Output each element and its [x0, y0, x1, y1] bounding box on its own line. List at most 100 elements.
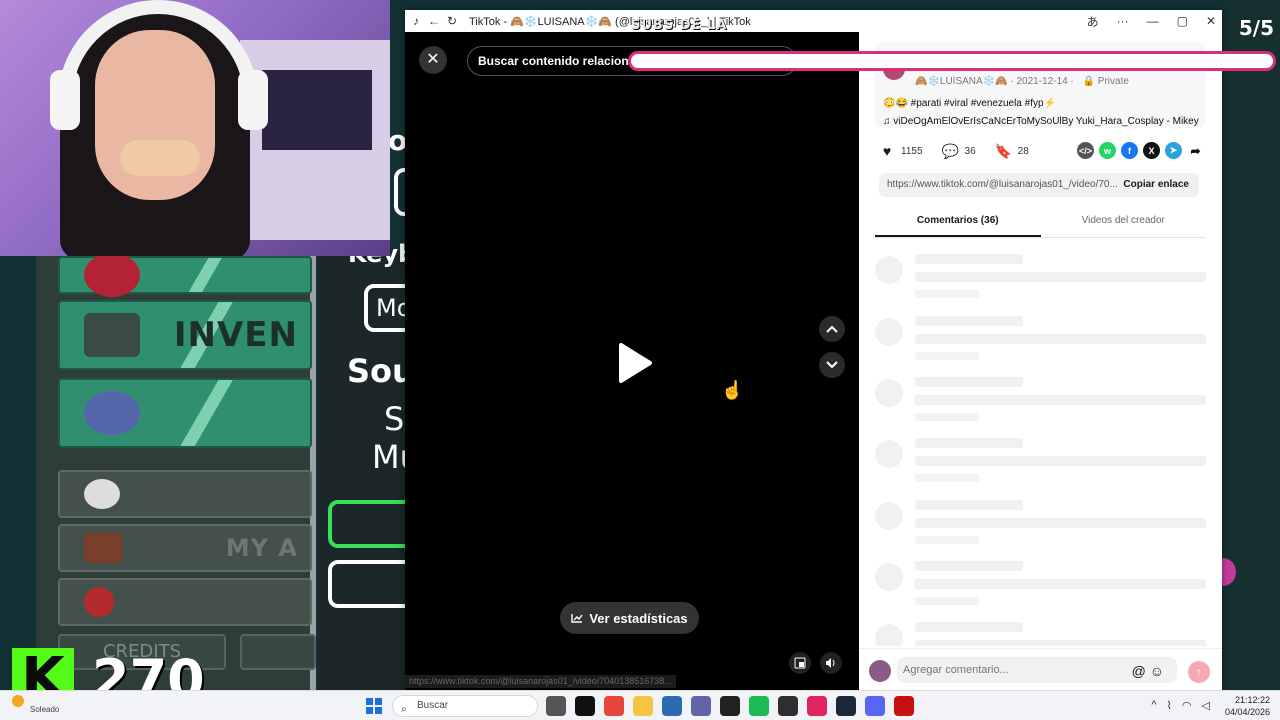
network-icon[interactable]: ⌇	[1167, 699, 1172, 712]
comment-skeleton	[875, 561, 1206, 611]
meta-username[interactable]: 🙈❄️LUISANA❄️🙈	[915, 76, 1008, 87]
stream-counter: 5/5	[1238, 16, 1274, 40]
pip-icon	[794, 657, 806, 669]
close-video-button[interactable]: ✕	[419, 46, 447, 74]
capcut-app[interactable]	[807, 696, 827, 716]
send-comment-button[interactable]: ↑	[1188, 661, 1210, 683]
comment-icon[interactable]: 💬	[942, 143, 959, 159]
whatsapp-icon[interactable]: w	[1099, 142, 1116, 159]
taskbar-search[interactable]: ⌕ Buscar	[392, 695, 538, 717]
taskbar-search-label: Buscar	[417, 700, 449, 711]
view-stats-label: Ver estadísticas	[589, 610, 688, 626]
back-icon[interactable]: ←	[427, 14, 441, 28]
chrome-app[interactable]	[604, 696, 624, 716]
video-player[interactable]: ✕ Buscar contenido relacionado ☝ Ver est…	[405, 32, 859, 690]
tab-comments[interactable]: Comentarios (36)	[875, 208, 1041, 237]
webcam-tv	[262, 70, 372, 150]
my-account-label: MY A	[225, 534, 298, 562]
clock-date: 04/04/2026	[1224, 707, 1270, 717]
mention-emoji-icons[interactable]: @ ☺	[1132, 663, 1164, 679]
previous-video-button[interactable]	[819, 316, 845, 342]
comment-skeleton	[875, 316, 1206, 366]
media-app[interactable]	[720, 696, 740, 716]
video-music[interactable]: ♫ viDeOgAmElOvErIsCaNcErToMySoUlBy Yuki_…	[883, 116, 1199, 127]
meta-date: 2021-12-14	[1016, 76, 1068, 87]
like-count: 1155	[901, 145, 923, 157]
translate-icon[interactable]: あ	[1087, 13, 1099, 30]
minimize-icon[interactable]: —	[1147, 14, 1159, 28]
comment-count: 36	[964, 145, 976, 157]
share-buttons: </> w f X ➤ ➦	[1077, 142, 1204, 159]
teams-app[interactable]	[691, 696, 711, 716]
music-note-icon: ♫	[883, 116, 894, 127]
facebook-icon[interactable]: f	[1121, 142, 1138, 159]
webcam-overlay	[0, 0, 390, 256]
tiktok-app[interactable]	[575, 696, 595, 716]
embed-icon[interactable]: </>	[1077, 142, 1094, 159]
spotify-app[interactable]	[749, 696, 769, 716]
discord-app[interactable]	[865, 696, 885, 716]
tab-creator-videos[interactable]: Videos del creador	[1041, 208, 1207, 237]
obs-app[interactable]	[778, 696, 798, 716]
bookmark-icon[interactable]: 🔖	[995, 143, 1012, 159]
telegram-icon[interactable]: ➤	[1165, 142, 1182, 159]
weather-label[interactable]: Soleado	[30, 705, 59, 714]
game-right-edge	[1222, 0, 1280, 690]
video-actions: ♥ 1155 💬 36 🔖 28	[879, 143, 1049, 160]
comment-skeleton	[875, 438, 1206, 488]
video-details-panel: 🙈❄️LUISANA❄️🙈 · 2021-12-14 · 🔒 Private 😳…	[859, 32, 1222, 690]
x-icon[interactable]: X	[1143, 142, 1160, 159]
meta-privacy: Private	[1097, 76, 1129, 87]
maximize-icon[interactable]: ▢	[1177, 14, 1188, 28]
close-icon[interactable]: ✕	[1206, 14, 1216, 28]
steam-app[interactable]	[836, 696, 856, 716]
stream-overlay-text: SUBS DE LA	[631, 18, 728, 33]
video-meta: 🙈❄️LUISANA❄️🙈 · 2021-12-14 · 🔒 Private	[915, 76, 1129, 87]
save-count: 28	[1017, 145, 1029, 157]
next-video-button[interactable]	[819, 352, 845, 378]
clock[interactable]: 21:12:22 04/04/2026	[1225, 694, 1270, 718]
like-action[interactable]: ♥ 1155	[879, 143, 923, 159]
video-link[interactable]: https://www.tiktok.com/@luisanarojas01_/…	[887, 179, 1118, 190]
game-tile-top	[58, 253, 312, 297]
comment-action[interactable]: 💬 36	[942, 143, 976, 159]
viewer-count: 270	[92, 648, 205, 690]
sun-icon	[12, 695, 24, 707]
status-url: https://www.tiktok.com/@luisanarojas01_/…	[405, 675, 676, 688]
panel-tabs: Comentarios (36) Videos del creador	[875, 208, 1206, 238]
user-avatar	[869, 660, 891, 682]
game-tile-settings	[58, 578, 312, 626]
video-hashtags[interactable]: 😳😂 #parati #viral #venezuela #fyp⚡	[883, 98, 1056, 109]
folder-app[interactable]	[633, 696, 653, 716]
save-action[interactable]: 🔖 28	[995, 143, 1029, 159]
store-app[interactable]	[662, 696, 682, 716]
inventory-label: INVEN	[173, 315, 298, 355]
heart-icon[interactable]: ♥	[879, 143, 895, 159]
more-icon[interactable]: ···	[1117, 14, 1129, 28]
stream-progress-bar	[628, 51, 1276, 71]
file-explorer-app[interactable]	[546, 696, 566, 716]
game-s-label: S	[384, 400, 405, 438]
system-tray: ^ ⌇ ◠ ◁	[1151, 699, 1210, 712]
pip-button[interactable]	[789, 652, 811, 674]
share-icon[interactable]: ➦	[1187, 142, 1204, 159]
game-tile-my-account: MY A	[58, 524, 312, 572]
reload-icon[interactable]: ↻	[445, 14, 459, 28]
among-us-app[interactable]	[894, 696, 914, 716]
video-link-box: https://www.tiktok.com/@luisanarojas01_/…	[879, 173, 1199, 197]
lock-icon: 🔒	[1082, 76, 1095, 87]
view-stats-button[interactable]: Ver estadísticas	[560, 602, 699, 634]
chart-icon	[571, 614, 583, 623]
chevron-down-icon	[826, 361, 838, 369]
clock-time: 21:12:22	[1234, 695, 1270, 705]
volume-button[interactable]	[820, 652, 842, 674]
chevron-up-icon[interactable]: ^	[1151, 699, 1156, 712]
copy-link-button[interactable]: Copiar enlace	[1123, 173, 1189, 197]
music-title[interactable]: viDeOgAmElOvErIsCaNcErToMySoUlBy Yuki_Ha…	[893, 116, 1198, 127]
play-icon[interactable]	[617, 342, 653, 384]
search-icon: ⌕	[401, 704, 407, 715]
windows-start-icon[interactable]	[366, 698, 382, 714]
volume-icon	[826, 658, 835, 668]
wifi-icon[interactable]: ◠	[1182, 699, 1192, 712]
volume-icon[interactable]: ◁	[1202, 699, 1210, 712]
